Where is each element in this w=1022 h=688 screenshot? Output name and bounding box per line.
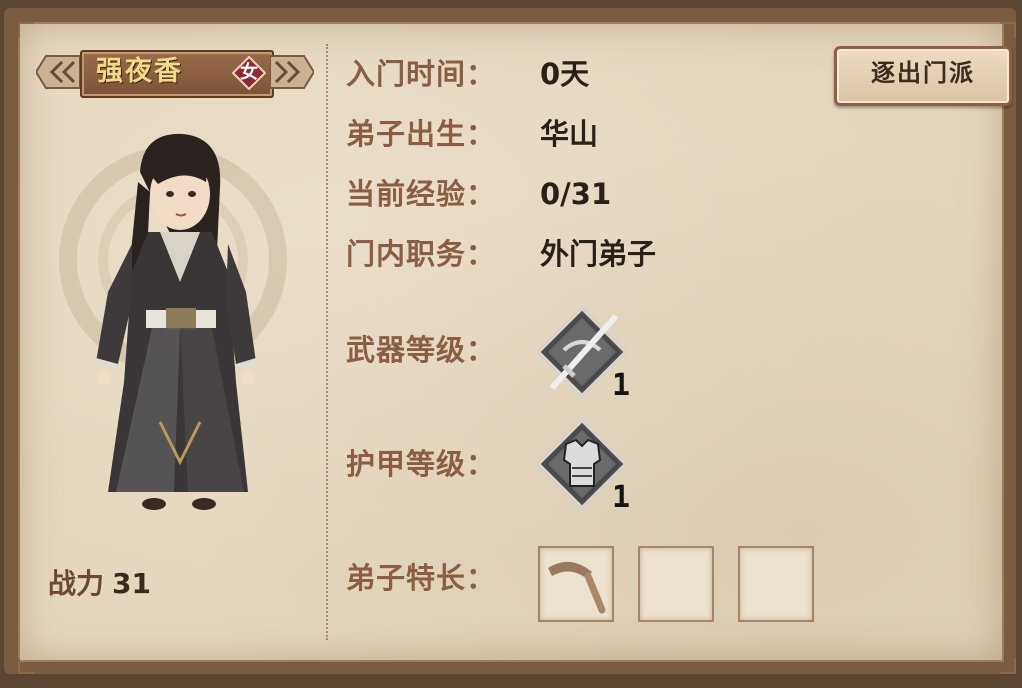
armor-level-value: 1 bbox=[612, 480, 631, 515]
specialty-slot-2[interactable] bbox=[638, 546, 714, 622]
power-label: 战力 bbox=[48, 567, 105, 600]
specialty-label: 弟子特长： bbox=[346, 561, 497, 595]
position-label: 门内职务： bbox=[346, 237, 497, 271]
gender-badge: 女 bbox=[232, 56, 266, 90]
combat-power: 战力 31 bbox=[48, 566, 151, 602]
origin-value: 华山 bbox=[540, 117, 599, 151]
origin-row: 弟子出生： 华山 bbox=[346, 114, 598, 154]
armor-badge[interactable]: 1 bbox=[534, 416, 631, 515]
corner-ornament bbox=[18, 658, 34, 674]
gender-label: 女 bbox=[240, 62, 258, 83]
weapon-level-label: 武器等级： bbox=[346, 333, 497, 367]
position-value: 外门弟子 bbox=[540, 237, 657, 271]
corner-ornament bbox=[18, 22, 34, 38]
armor-level-row: 护甲等级： bbox=[346, 444, 496, 484]
experience-label: 当前经验： bbox=[346, 177, 497, 211]
power-value: 31 bbox=[112, 567, 151, 600]
specialty-row: 弟子特长： bbox=[346, 558, 496, 598]
specialty-slot-1[interactable] bbox=[538, 546, 614, 622]
column-divider bbox=[326, 44, 328, 640]
specialty-slot-3[interactable] bbox=[738, 546, 814, 622]
join-time-value: 0天 bbox=[540, 57, 590, 91]
origin-label: 弟子出生： bbox=[346, 117, 497, 151]
experience-value: 0/31 bbox=[540, 177, 612, 211]
banner-left-ornament-icon bbox=[36, 55, 80, 89]
name-banner: 强夜香 女 bbox=[36, 46, 314, 98]
position-row: 门内职务： 外门弟子 bbox=[346, 234, 656, 274]
join-time-label: 入门时间： bbox=[346, 57, 497, 91]
sickle-icon bbox=[548, 561, 606, 614]
experience-row: 当前经验： 0/31 bbox=[346, 174, 611, 214]
corner-ornament bbox=[1000, 22, 1016, 38]
expel-disciple-button[interactable]: 逐出门派 bbox=[834, 46, 1012, 106]
weapon-level-row: 武器等级： bbox=[346, 330, 496, 370]
join-time-row: 入门时间： 0天 bbox=[346, 54, 589, 94]
banner-right-ornament-icon bbox=[270, 55, 314, 89]
weapon-level-value: 1 bbox=[612, 368, 631, 403]
character-name: 强夜香 bbox=[96, 56, 183, 87]
weapon-badge[interactable]: 1 bbox=[534, 304, 631, 403]
armor-level-label: 护甲等级： bbox=[346, 447, 497, 481]
disciple-portrait[interactable] bbox=[88, 132, 258, 524]
corner-ornament bbox=[1000, 658, 1016, 674]
